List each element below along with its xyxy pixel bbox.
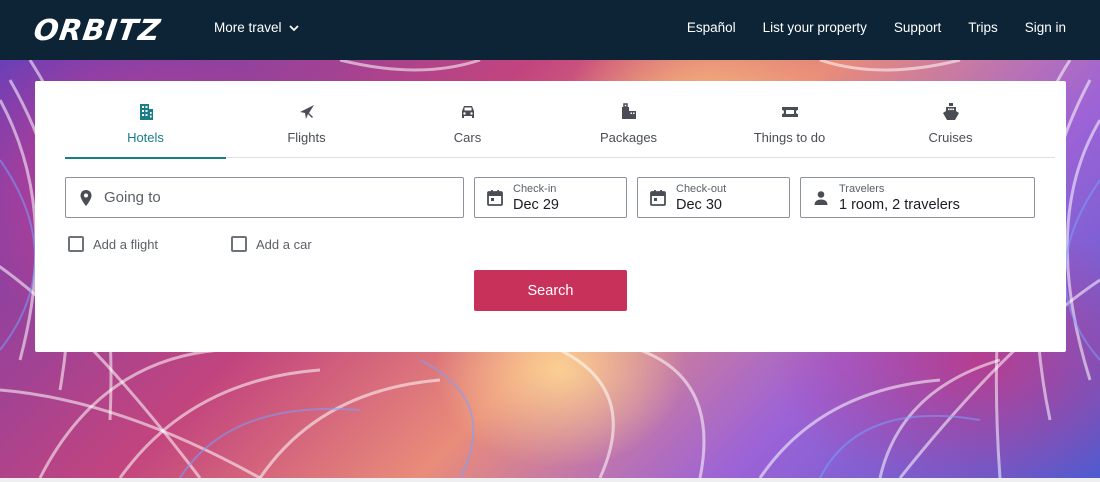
checkin-label: Check-in [513,183,557,195]
car-icon [462,106,474,118]
chevron-down-icon [288,24,299,31]
sign-in-link[interactable]: Sign in [1025,20,1066,35]
tab-things-to-do[interactable]: Things to do [709,81,870,158]
packages-icon [622,103,636,119]
destination-input[interactable]: Going to [65,177,464,218]
checkin-date-field[interactable]: Check-in Dec 29 [474,177,627,218]
support-link[interactable]: Support [894,20,941,35]
language-link[interactable]: Español [687,20,736,35]
trips-link[interactable]: Trips [968,20,998,35]
tab-flights[interactable]: Flights [226,81,387,158]
add-flight-checkbox[interactable]: Add a flight [68,236,158,252]
ticket-icon [782,107,798,117]
destination-placeholder: Going to [104,189,161,206]
tab-cruises[interactable]: Cruises [870,81,1031,158]
checkout-label: Check-out [676,183,727,195]
tab-cruises-label: Cruises [928,130,973,145]
page-bottom-strip [0,478,1100,482]
add-car-label: Add a car [256,236,312,252]
checkout-value: Dec 30 [676,197,722,213]
travelers-label: Travelers [839,183,885,195]
tab-flights-label: Flights [287,130,326,145]
more-travel-label: More travel [214,20,282,35]
list-property-link[interactable]: List your property [763,20,867,35]
checkbox-icon [231,236,247,252]
travelers-value: 1 room, 2 travelers [839,197,960,213]
tab-hotels[interactable]: Hotels [65,81,226,159]
top-navigation-bar: ORBITZ More travel Español List your pro… [0,0,1100,60]
search-card: Hotels Flights Cars Packages Things to d… [35,81,1066,352]
search-button[interactable]: Search [474,270,627,311]
calendar-icon [650,190,666,206]
checkbox-icon [68,236,84,252]
header-links: Español List your property Support Trips… [687,20,1066,35]
airplane-icon [300,105,314,119]
tab-packages[interactable]: Packages [548,81,709,158]
person-icon [814,191,828,205]
search-tabs: Hotels Flights Cars Packages Things to d… [65,81,1055,159]
add-flight-label: Add a flight [93,236,159,252]
orbitz-logo[interactable]: ORBITZ [32,13,163,47]
travelers-field[interactable]: Travelers 1 room, 2 travelers [800,177,1035,218]
checkout-date-field[interactable]: Check-out Dec 30 [637,177,790,218]
add-car-checkbox[interactable]: Add a car [231,236,312,252]
checkin-value: Dec 29 [513,197,559,213]
ship-icon [943,103,959,120]
tab-hotels-label: Hotels [127,130,164,145]
hotel-icon [140,104,153,120]
tab-cars-label: Cars [453,130,482,145]
more-travel-menu[interactable]: More travel [214,20,300,35]
map-pin-icon [80,190,92,206]
tab-packages-label: Packages [599,130,658,145]
calendar-icon [487,190,503,206]
tab-cars[interactable]: Cars [387,81,548,158]
tab-things-to-do-label: Things to do [753,130,826,145]
